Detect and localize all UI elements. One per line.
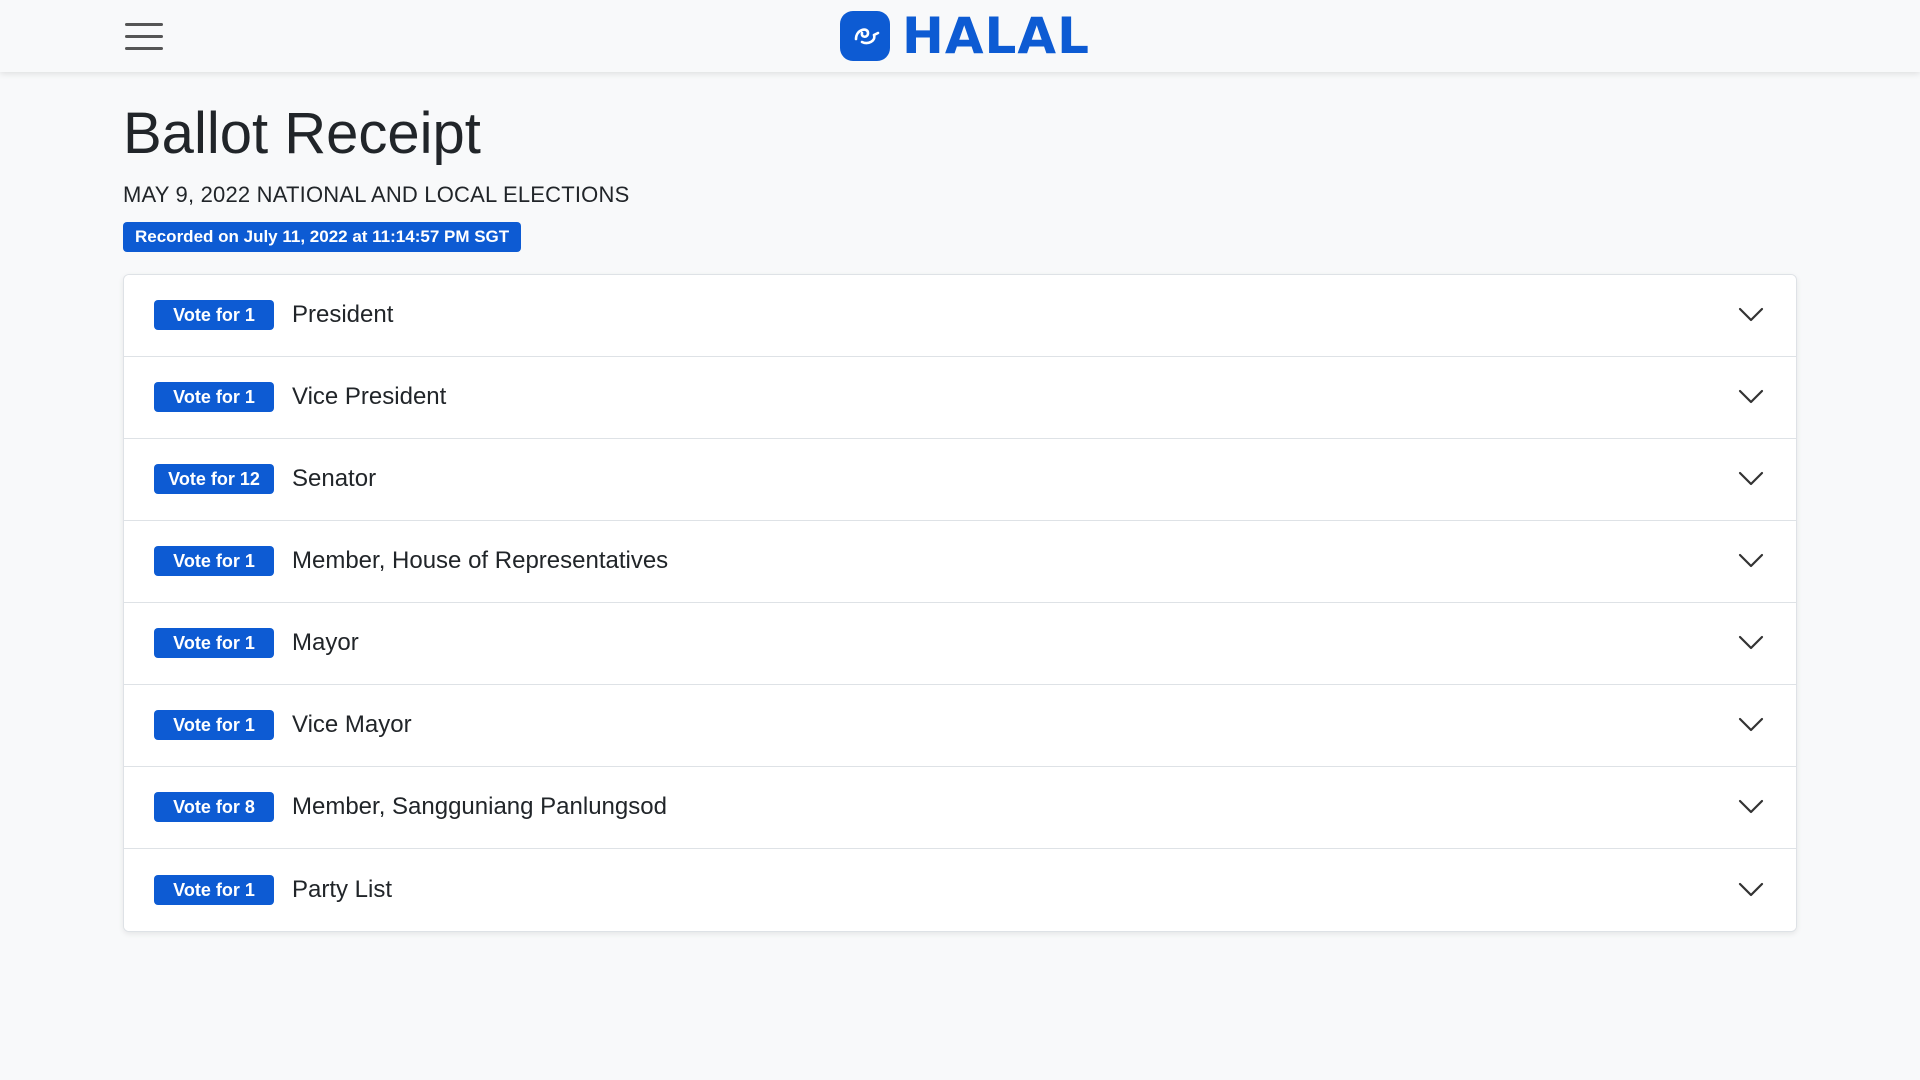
position-title: Senator	[292, 465, 377, 493]
brand-name: HALAL	[902, 7, 1090, 65]
accordion-item[interactable]: Vote for 1 Party List	[124, 848, 1796, 931]
position-title: Party List	[292, 875, 393, 903]
chevron-down-icon[interactable]	[1736, 628, 1766, 658]
position-title: Mayor	[292, 629, 359, 657]
position-title: Member, House of Representatives	[292, 547, 669, 575]
vote-count-badge: Vote for 12	[154, 464, 274, 495]
ballot-positions-accordion: Vote for 1 President Vote for 1 Vice Presid…	[123, 273, 1797, 932]
accordion-item[interactable]: Vote for 1 Mayor	[124, 602, 1796, 685]
vote-count-badge: Vote for 1	[154, 874, 274, 905]
position-title: President	[292, 301, 394, 329]
recorded-timestamp-badge: Recorded on July 11, 2022 at 11:14:57 PM…	[123, 221, 522, 252]
hamburger-icon-bar	[125, 22, 163, 26]
accordion-item[interactable]: Vote for 1 Vice Mayor	[124, 684, 1796, 767]
accordion-item[interactable]: Vote for 1 Vice President	[124, 356, 1796, 439]
chevron-down-icon[interactable]	[1736, 710, 1766, 740]
chevron-down-icon[interactable]	[1736, 546, 1766, 576]
chevron-down-icon[interactable]	[1736, 300, 1766, 330]
vote-count-badge: Vote for 1	[154, 628, 274, 659]
chevron-down-icon[interactable]	[1736, 875, 1766, 905]
page-title: Ballot Receipt	[123, 101, 481, 166]
position-title: Member, Sangguniang Panlungsod	[292, 793, 667, 821]
halal-logo-icon	[840, 11, 890, 61]
top-navbar: HALAL	[0, 0, 1920, 72]
chevron-down-icon[interactable]	[1736, 464, 1766, 494]
accordion-item[interactable]: Vote for 8 Member, Sangguniang Panlungsod	[124, 766, 1796, 849]
vote-count-badge: Vote for 1	[154, 300, 274, 331]
position-title: Vice Mayor	[292, 711, 412, 739]
hamburger-menu-button[interactable]	[125, 20, 165, 52]
hamburger-icon-bar	[125, 34, 163, 38]
accordion-item[interactable]: Vote for 1 Member, House of Representativ…	[124, 520, 1796, 603]
brand-logo-link[interactable]: HALAL	[840, 10, 1090, 62]
vote-count-badge: Vote for 1	[154, 710, 274, 741]
vote-count-badge: Vote for 8	[154, 792, 274, 823]
vote-count-badge: Vote for 1	[154, 382, 274, 413]
chevron-down-icon[interactable]	[1736, 382, 1766, 412]
vote-count-badge: Vote for 1	[154, 546, 274, 577]
chevron-down-icon[interactable]	[1736, 792, 1766, 822]
accordion-item[interactable]: Vote for 12 Senator	[124, 438, 1796, 521]
accordion-item[interactable]: Vote for 1 President	[124, 274, 1796, 357]
election-subtitle: MAY 9, 2022 NATIONAL AND LOCAL ELECTIONS	[123, 181, 630, 207]
position-title: Vice President	[292, 383, 447, 411]
hamburger-icon-bar	[125, 46, 163, 50]
ballot-receipt-content: Ballot Receipt MAY 9, 2022 NATIONAL AND …	[123, 72, 1797, 932]
